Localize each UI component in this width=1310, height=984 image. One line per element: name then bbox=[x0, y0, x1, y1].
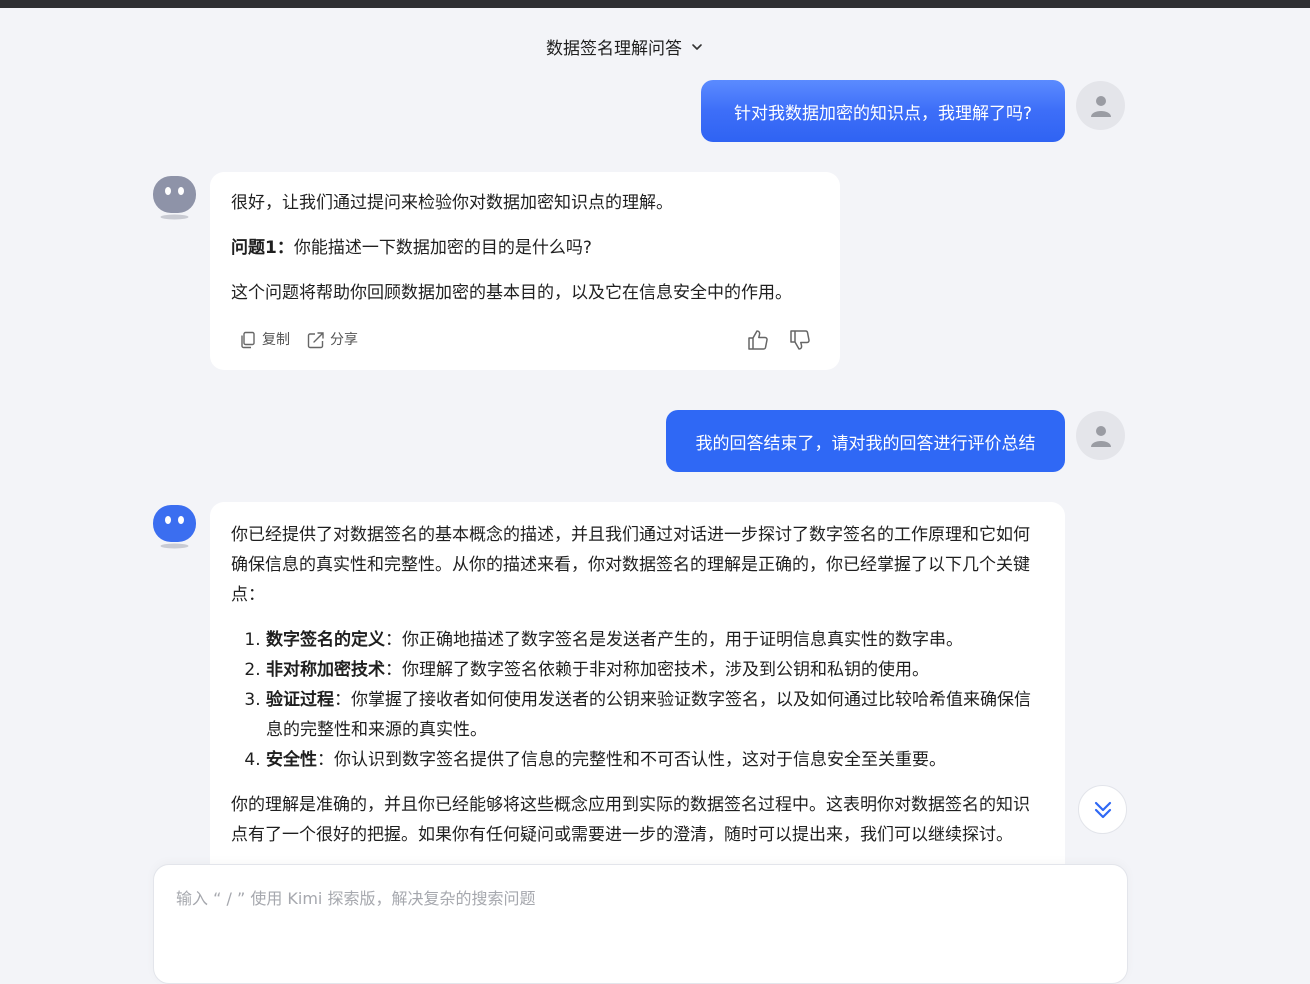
scroll-to-bottom-button[interactable] bbox=[1078, 785, 1127, 834]
chat-input[interactable] bbox=[174, 883, 1108, 957]
share-icon bbox=[307, 332, 324, 349]
key-points-list: 数字签名的定义：你正确地描述了数字签名是发送者产生的，用于证明信息真实性的数字串… bbox=[231, 625, 1044, 775]
copy-button[interactable]: 复制 bbox=[238, 325, 290, 355]
user-message-text: 针对我数据加密的知识点，我理解了吗? bbox=[733, 103, 1033, 124]
question-line: 问题1：你能描述一下数据加密的目的是什么吗? bbox=[231, 233, 819, 263]
window-top-bar bbox=[0, 0, 1310, 8]
share-button[interactable]: 分享 bbox=[306, 325, 358, 355]
list-item: 非对称加密技术：你理解了数字签名依赖于非对称加密技术，涉及到公钥和私钥的使用。 bbox=[266, 655, 1044, 685]
message-actions: 复制 分享 bbox=[238, 328, 812, 352]
chat-title: 数据签名理解问答 bbox=[546, 39, 682, 59]
user-message-bubble: 我的回答结束了，请对我的回答进行评价总结 bbox=[666, 410, 1065, 472]
chevron-down-icon bbox=[692, 43, 702, 50]
question-text: 你能描述一下数据加密的目的是什么吗? bbox=[293, 238, 592, 258]
list-item-desc: ：你掌握了接收者如何使用发送者的公钥来验证数字签名，以及如何通过比较哈希值来确保… bbox=[266, 690, 1031, 740]
list-item-desc: ：你理解了数字签名依赖于非对称加密技术，涉及到公钥和私钥的使用。 bbox=[385, 660, 929, 680]
list-item: 安全性：你认识到数字签名提供了信息的完整性和不可否认性，这对于信息安全至关重要。 bbox=[266, 745, 1044, 775]
list-item-desc: ：你正确地描述了数字签名是发送者产生的，用于证明信息真实性的数字串。 bbox=[385, 630, 963, 650]
message-paragraph: 你已经提供了对数据签名的基本概念的描述，并且我们通过对话进一步探讨了数字签名的工… bbox=[231, 525, 1030, 605]
list-item-term: 数字签名的定义 bbox=[266, 630, 385, 650]
user-avatar bbox=[1076, 411, 1125, 460]
user-message-bubble: 针对我数据加密的知识点，我理解了吗? bbox=[701, 80, 1065, 142]
thumbs-down-icon[interactable] bbox=[788, 328, 812, 352]
user-avatar-icon bbox=[1090, 95, 1111, 117]
thumbs-up-icon[interactable] bbox=[746, 328, 770, 352]
message-paragraph: 你的理解是准确的，并且你已经能够将这些概念应用到实际的数据签名过程中。这表明你对… bbox=[231, 795, 1030, 845]
list-item: 验证过程：你掌握了接收者如何使用发送者的公钥来验证数字签名，以及如何通过比较哈希… bbox=[266, 685, 1044, 745]
message-paragraph: 这个问题将帮助你回顾数据加密的基本目的，以及它在信息安全中的作用。 bbox=[231, 283, 792, 303]
user-message-text: 我的回答结束了，请对我的回答进行评价总结 bbox=[695, 433, 1036, 454]
user-avatar bbox=[1076, 81, 1125, 130]
user-avatar-icon bbox=[1090, 425, 1111, 447]
message-paragraph: 很好，让我们通过提问来检验你对数据加密知识点的理解。 bbox=[231, 193, 673, 213]
scroll-down-icon bbox=[1094, 801, 1111, 818]
bot-avatar-icon bbox=[153, 505, 196, 549]
share-label: 分享 bbox=[330, 332, 358, 348]
list-item-desc: ：你认识到数字签名提供了信息的完整性和不可否认性，这对于信息安全至关重要。 bbox=[317, 750, 946, 770]
list-item: 数字签名的定义：你正确地描述了数字签名是发送者产生的，用于证明信息真实性的数字串… bbox=[266, 625, 1044, 655]
copy-label: 复制 bbox=[262, 332, 290, 348]
bot-avatar-icon bbox=[153, 176, 196, 220]
copy-icon bbox=[241, 331, 255, 349]
list-item-term: 安全性 bbox=[266, 750, 317, 770]
assistant-message-card: 你已经提供了对数据签名的基本概念的描述，并且我们通过对话进一步探讨了数字签名的工… bbox=[210, 502, 1065, 882]
chat-input-box bbox=[153, 864, 1128, 984]
assistant-message-card: 很好，让我们通过提问来检验你对数据加密知识点的理解。 问题1：你能描述一下数据加… bbox=[210, 172, 840, 370]
list-item-term: 非对称加密技术 bbox=[266, 660, 385, 680]
list-item-term: 验证过程 bbox=[266, 690, 334, 710]
question-label: 问题1： bbox=[231, 238, 294, 258]
chat-title-dropdown[interactable]: 数据签名理解问答 bbox=[0, 34, 1250, 59]
feedback-buttons bbox=[746, 328, 812, 352]
